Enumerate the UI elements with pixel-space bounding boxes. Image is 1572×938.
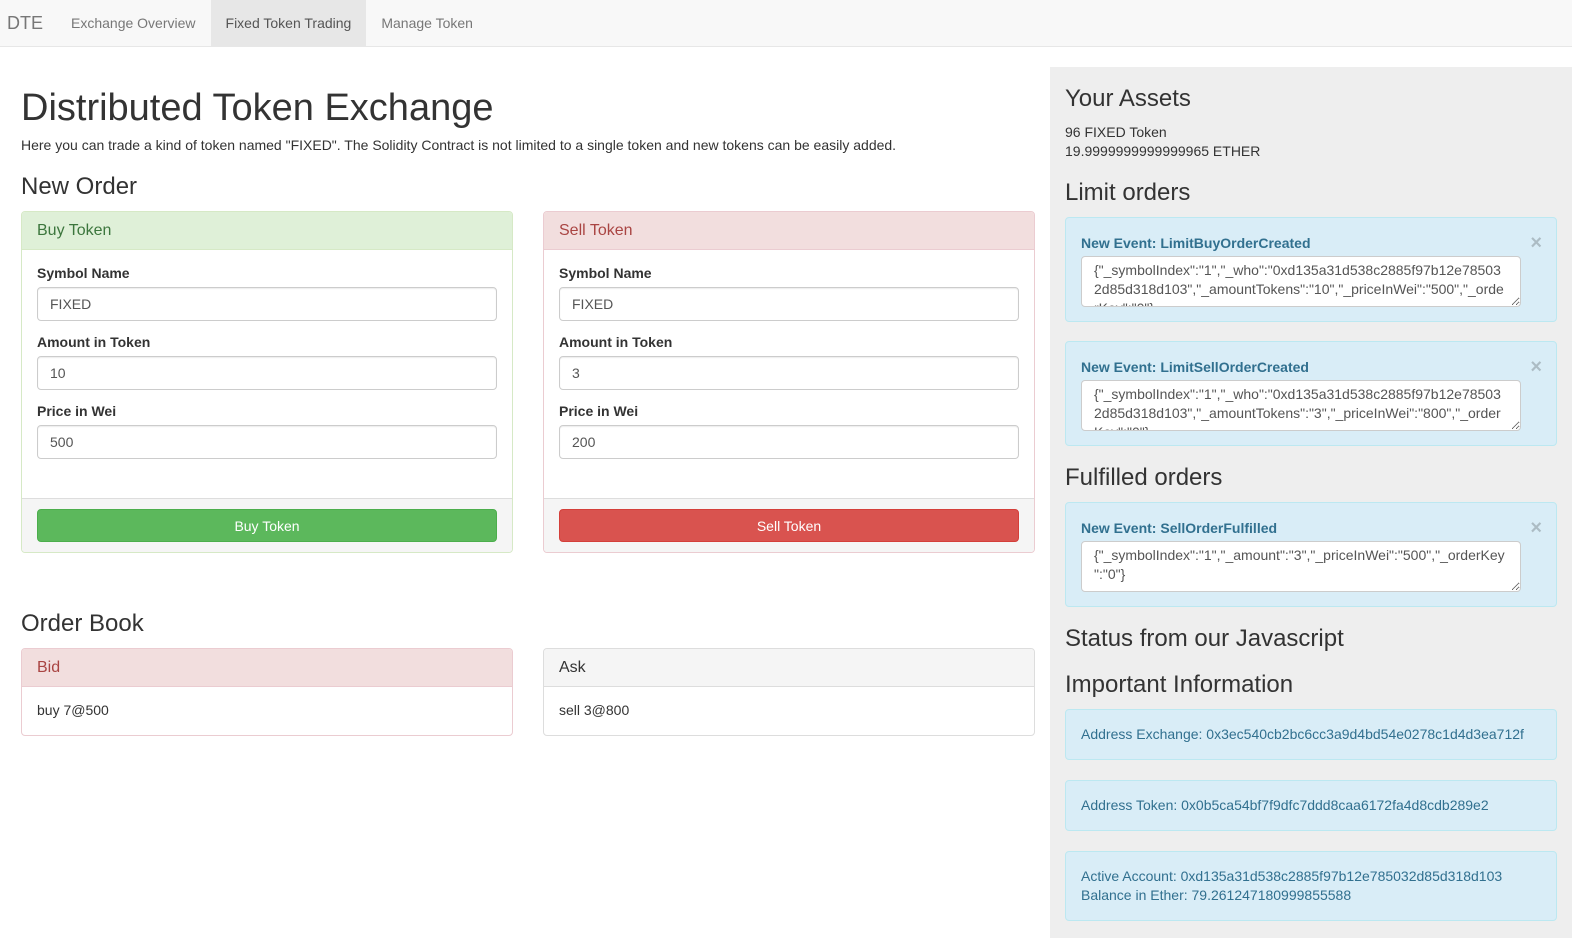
page-title: Distributed Token Exchange	[21, 87, 494, 129]
navbar: DTE Exchange Overview Fixed Token Tradin…	[0, 0, 1572, 47]
event-payload-textarea[interactable]: {"_symbolIndex":"1","_who":"0xd135a31d53…	[1081, 380, 1521, 431]
buy-symbol-input[interactable]	[37, 287, 497, 321]
asset-ether: 19.9999999999999965 ETHER	[1065, 143, 1261, 159]
page-description: Here you can trade a kind of token named…	[21, 137, 897, 153]
important-info-heading: Important Information	[1065, 671, 1294, 698]
event-payload-textarea[interactable]: {"_symbolIndex":"1","_who":"0xd135a31d53…	[1081, 256, 1521, 307]
order-book-heading: Order Book	[21, 610, 144, 637]
buy-price-input[interactable]	[37, 425, 497, 459]
close-icon[interactable]: ×	[1530, 233, 1542, 253]
sidebar: Your Assets 96 FIXED Token 19.9999999999…	[1050, 67, 1572, 938]
event-alert-limit-buy: New Event: LimitBuyOrderCreated × {"_sym…	[1065, 217, 1557, 322]
buy-token-panel: Buy Token Symbol Name Amount in Token Pr…	[21, 211, 513, 553]
ask-panel: Ask sell 3@800	[543, 648, 1035, 736]
buy-panel-heading: Buy Token	[22, 212, 512, 250]
nav-manage-token[interactable]: Manage Token	[366, 0, 488, 46]
event-title: New Event: LimitBuyOrderCreated	[1081, 235, 1311, 251]
your-assets-heading: Your Assets	[1065, 85, 1191, 112]
sell-price-label: Price in Wei	[559, 403, 639, 419]
fulfilled-orders-heading: Fulfilled orders	[1065, 464, 1223, 491]
active-account-alert: Active Account: 0xd135a31d538c2885f97b12…	[1065, 851, 1557, 921]
event-alert-sell-fulfilled: New Event: SellOrderFulfilled × {"_symbo…	[1065, 502, 1557, 607]
bid-entry: buy 7@500	[37, 702, 109, 718]
new-order-heading: New Order	[21, 173, 138, 200]
buy-panel-footer: Buy Token	[22, 498, 512, 552]
sell-amount-input[interactable]	[559, 356, 1019, 390]
sell-amount-label: Amount in Token	[559, 334, 673, 350]
ask-entry: sell 3@800	[559, 702, 630, 718]
sell-symbol-input[interactable]	[559, 287, 1019, 321]
bid-panel: Bid buy 7@500	[21, 648, 513, 736]
nav-exchange-overview[interactable]: Exchange Overview	[56, 0, 211, 46]
status-heading: Status from our Javascript	[1065, 625, 1344, 652]
limit-orders-heading: Limit orders	[1065, 179, 1191, 206]
sell-panel-footer: Sell Token	[544, 498, 1034, 552]
active-account-text: Active Account: 0xd135a31d538c2885f97b12…	[1081, 868, 1503, 884]
address-token-alert: Address Token: 0x0b5ca54bf7f9dfc7ddd8caa…	[1065, 780, 1557, 831]
sell-symbol-label: Symbol Name	[559, 265, 652, 281]
address-token-text: Address Token: 0x0b5ca54bf7f9dfc7ddd8caa…	[1081, 797, 1489, 813]
sell-token-panel: Sell Token Symbol Name Amount in Token P…	[543, 211, 1035, 553]
address-exchange-alert: Address Exchange: 0x3ec540cb2bc6cc3a9d4b…	[1065, 709, 1557, 760]
buy-symbol-label: Symbol Name	[37, 265, 130, 281]
sell-panel-heading: Sell Token	[544, 212, 1034, 250]
close-icon[interactable]: ×	[1530, 518, 1542, 538]
event-title: New Event: SellOrderFulfilled	[1081, 520, 1278, 536]
balance-text: Balance in Ether: 79.261247180999855588	[1081, 887, 1352, 903]
buy-token-button[interactable]: Buy Token	[37, 509, 497, 542]
buy-amount-label: Amount in Token	[37, 334, 151, 350]
event-title: New Event: LimitSellOrderCreated	[1081, 359, 1309, 375]
close-icon[interactable]: ×	[1530, 357, 1542, 377]
bid-heading: Bid	[22, 649, 512, 687]
address-exchange-text: Address Exchange: 0x3ec540cb2bc6cc3a9d4b…	[1081, 726, 1524, 742]
asset-token: 96 FIXED Token	[1065, 124, 1167, 140]
sell-token-button[interactable]: Sell Token	[559, 509, 1019, 542]
event-payload-textarea[interactable]: {"_symbolIndex":"1","_amount":"3","_pric…	[1081, 541, 1521, 592]
sell-price-input[interactable]	[559, 425, 1019, 459]
buy-price-label: Price in Wei	[37, 403, 117, 419]
event-alert-limit-sell: New Event: LimitSellOrderCreated × {"_sy…	[1065, 341, 1557, 446]
assets-list: 96 FIXED Token 19.9999999999999965 ETHER	[1065, 123, 1260, 161]
ask-heading: Ask	[544, 649, 1034, 687]
brand-link[interactable]: DTE	[0, 0, 56, 46]
nav-fixed-token-trading[interactable]: Fixed Token Trading	[210, 0, 367, 46]
buy-amount-input[interactable]	[37, 356, 497, 390]
